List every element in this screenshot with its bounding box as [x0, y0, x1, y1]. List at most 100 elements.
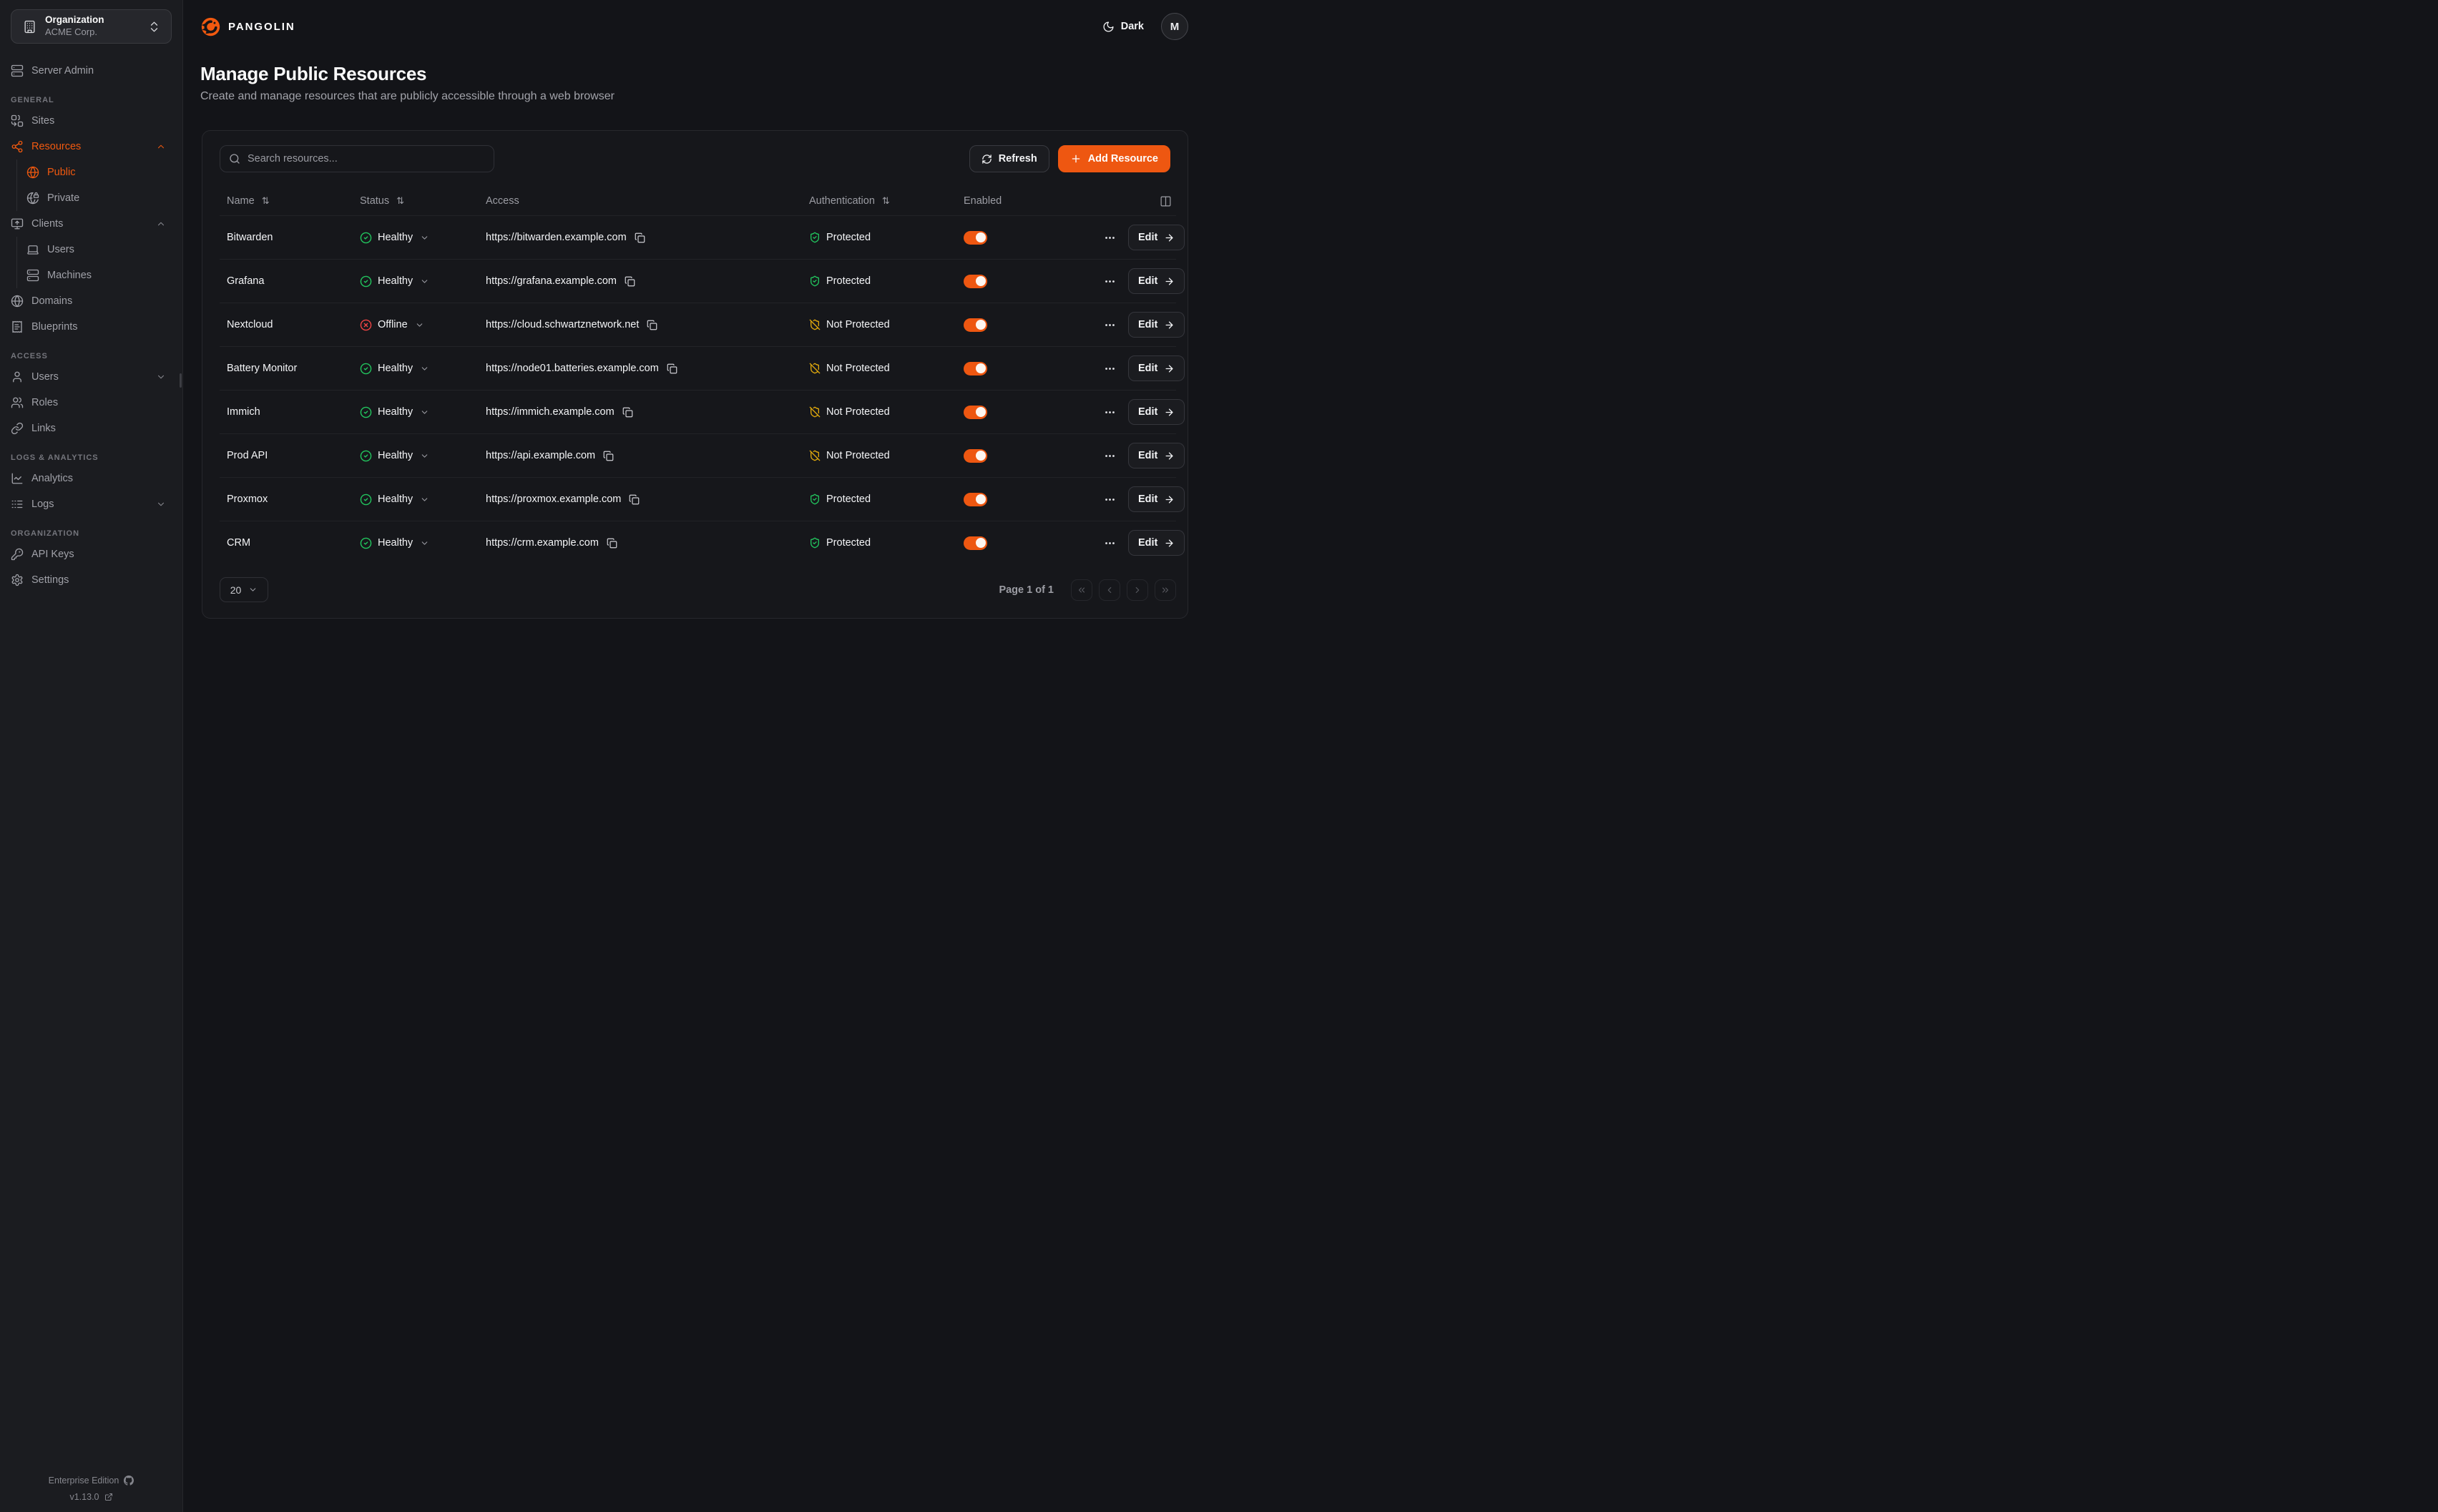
auth-cell: Protected: [809, 537, 964, 549]
topbar: PANGOLIN Dark M: [200, 0, 1188, 53]
sidebar-item-label: Server Admin: [31, 65, 166, 77]
edit-button[interactable]: Edit: [1128, 443, 1185, 468]
table-row: Immich Healthy https://immich.example.co…: [220, 390, 1176, 433]
ellipsis-icon[interactable]: [1104, 232, 1116, 244]
edit-button[interactable]: Edit: [1128, 486, 1185, 512]
table-row: Prod API Healthy https://api.example.com…: [220, 433, 1176, 477]
sidebar-item-roles[interactable]: Roles: [11, 390, 172, 416]
column-header-authentication[interactable]: Authentication ⇅: [809, 195, 964, 207]
server-icon: [11, 64, 24, 77]
status-cell[interactable]: Offline: [360, 319, 486, 331]
first-page-button[interactable]: [1071, 579, 1092, 601]
sidebar-item-sites[interactable]: Sites: [11, 108, 172, 134]
sidebar-item-users[interactable]: Users: [11, 364, 172, 390]
copy-icon[interactable]: [603, 451, 614, 461]
table-row: Grafana Healthy https://grafana.example.…: [220, 259, 1176, 303]
brand[interactable]: PANGOLIN: [200, 16, 295, 37]
ellipsis-icon[interactable]: [1104, 275, 1116, 288]
resource-url: https://grafana.example.com: [486, 275, 617, 287]
sidebar-item-clients[interactable]: Clients: [11, 211, 172, 237]
sidebar-item-logs[interactable]: Logs: [11, 491, 172, 517]
column-header-name[interactable]: Name ⇅: [220, 195, 360, 207]
sort-icon[interactable]: ⇅: [882, 195, 890, 207]
actions-cell: Edit: [1104, 225, 1185, 250]
theme-toggle[interactable]: Dark: [1102, 21, 1144, 33]
ellipsis-icon[interactable]: [1104, 450, 1116, 462]
ellipsis-icon[interactable]: [1104, 363, 1116, 375]
sidebar-item-label: Resources: [31, 141, 148, 152]
refresh-button[interactable]: Refresh: [969, 145, 1049, 172]
sidebar-item-resources[interactable]: Resources: [11, 134, 172, 159]
add-resource-button[interactable]: Add Resource: [1058, 145, 1170, 172]
ellipsis-icon[interactable]: [1104, 319, 1116, 331]
copy-icon[interactable]: [647, 320, 657, 330]
status-cell[interactable]: Healthy: [360, 494, 486, 506]
status-cell[interactable]: Healthy: [360, 537, 486, 549]
sidebar-item-label: Users: [47, 244, 166, 255]
user-icon: [11, 370, 24, 383]
sidebar-item-server-admin[interactable]: Server Admin: [11, 58, 172, 84]
avatar[interactable]: M: [1161, 13, 1188, 40]
columns-icon: [1160, 195, 1172, 207]
edit-button[interactable]: Edit: [1128, 268, 1185, 294]
github-icon[interactable]: [124, 1476, 134, 1486]
copy-icon[interactable]: [635, 232, 645, 243]
sidebar-item-links[interactable]: Links: [11, 416, 172, 441]
org-switcher[interactable]: Organization ACME Corp.: [11, 9, 172, 44]
column-settings[interactable]: [1104, 195, 1176, 207]
copy-icon[interactable]: [607, 538, 617, 549]
enabled-toggle[interactable]: [964, 275, 987, 288]
access-cell: https://grafana.example.com: [486, 275, 809, 287]
sidebar-item-public[interactable]: Public: [26, 159, 172, 185]
ellipsis-icon[interactable]: [1104, 494, 1116, 506]
next-page-button[interactable]: [1127, 579, 1148, 601]
healthy-icon: [360, 363, 372, 375]
enabled-toggle[interactable]: [964, 493, 987, 506]
enabled-toggle[interactable]: [964, 406, 987, 419]
enabled-toggle[interactable]: [964, 449, 987, 463]
status-cell[interactable]: Healthy: [360, 406, 486, 418]
enabled-toggle[interactable]: [964, 536, 987, 550]
edit-button[interactable]: Edit: [1128, 530, 1185, 556]
sidebar-item-blueprints[interactable]: Blueprints: [11, 314, 172, 340]
copy-icon[interactable]: [622, 407, 633, 418]
arrow-right-icon: [1164, 320, 1175, 330]
sidebar-item-client-users[interactable]: Users: [26, 237, 172, 262]
sidebar-item-analytics[interactable]: Analytics: [11, 466, 172, 491]
last-page-button[interactable]: [1155, 579, 1176, 601]
external-link-icon[interactable]: [104, 1493, 113, 1501]
enabled-toggle[interactable]: [964, 231, 987, 245]
copy-icon[interactable]: [625, 276, 635, 287]
edit-button[interactable]: Edit: [1128, 355, 1185, 381]
sort-icon[interactable]: ⇅: [262, 195, 270, 207]
search-input[interactable]: [248, 153, 485, 165]
sort-icon[interactable]: ⇅: [396, 195, 404, 207]
edit-button[interactable]: Edit: [1128, 312, 1185, 338]
resources-sub-list: Public Private: [16, 159, 172, 211]
status-cell[interactable]: Healthy: [360, 450, 486, 462]
enabled-toggle[interactable]: [964, 318, 987, 332]
prev-page-button[interactable]: [1099, 579, 1120, 601]
copy-icon[interactable]: [667, 363, 677, 374]
page-subtitle: Create and manage resources that are pub…: [200, 90, 1188, 103]
status-cell[interactable]: Healthy: [360, 232, 486, 244]
enabled-toggle[interactable]: [964, 362, 987, 375]
sidebar-item-settings[interactable]: Settings: [11, 567, 172, 593]
sidebar-scrollbar[interactable]: [180, 373, 182, 388]
sidebar-item-api-keys[interactable]: API Keys: [11, 541, 172, 567]
status-cell[interactable]: Healthy: [360, 275, 486, 288]
page-size-select[interactable]: 20: [220, 577, 268, 602]
healthy-icon: [360, 275, 372, 288]
edit-button[interactable]: Edit: [1128, 399, 1185, 425]
copy-icon[interactable]: [629, 494, 640, 505]
status-label: Healthy: [378, 494, 413, 505]
sidebar-item-machines[interactable]: Machines: [26, 262, 172, 288]
status-cell[interactable]: Healthy: [360, 363, 486, 375]
sidebar-item-label: Analytics: [31, 473, 166, 484]
column-header-status[interactable]: Status ⇅: [360, 195, 486, 207]
sidebar-item-private[interactable]: Private: [26, 185, 172, 211]
sidebar-item-domains[interactable]: Domains: [11, 288, 172, 314]
edit-button[interactable]: Edit: [1128, 225, 1185, 250]
ellipsis-icon[interactable]: [1104, 406, 1116, 418]
ellipsis-icon[interactable]: [1104, 537, 1116, 549]
